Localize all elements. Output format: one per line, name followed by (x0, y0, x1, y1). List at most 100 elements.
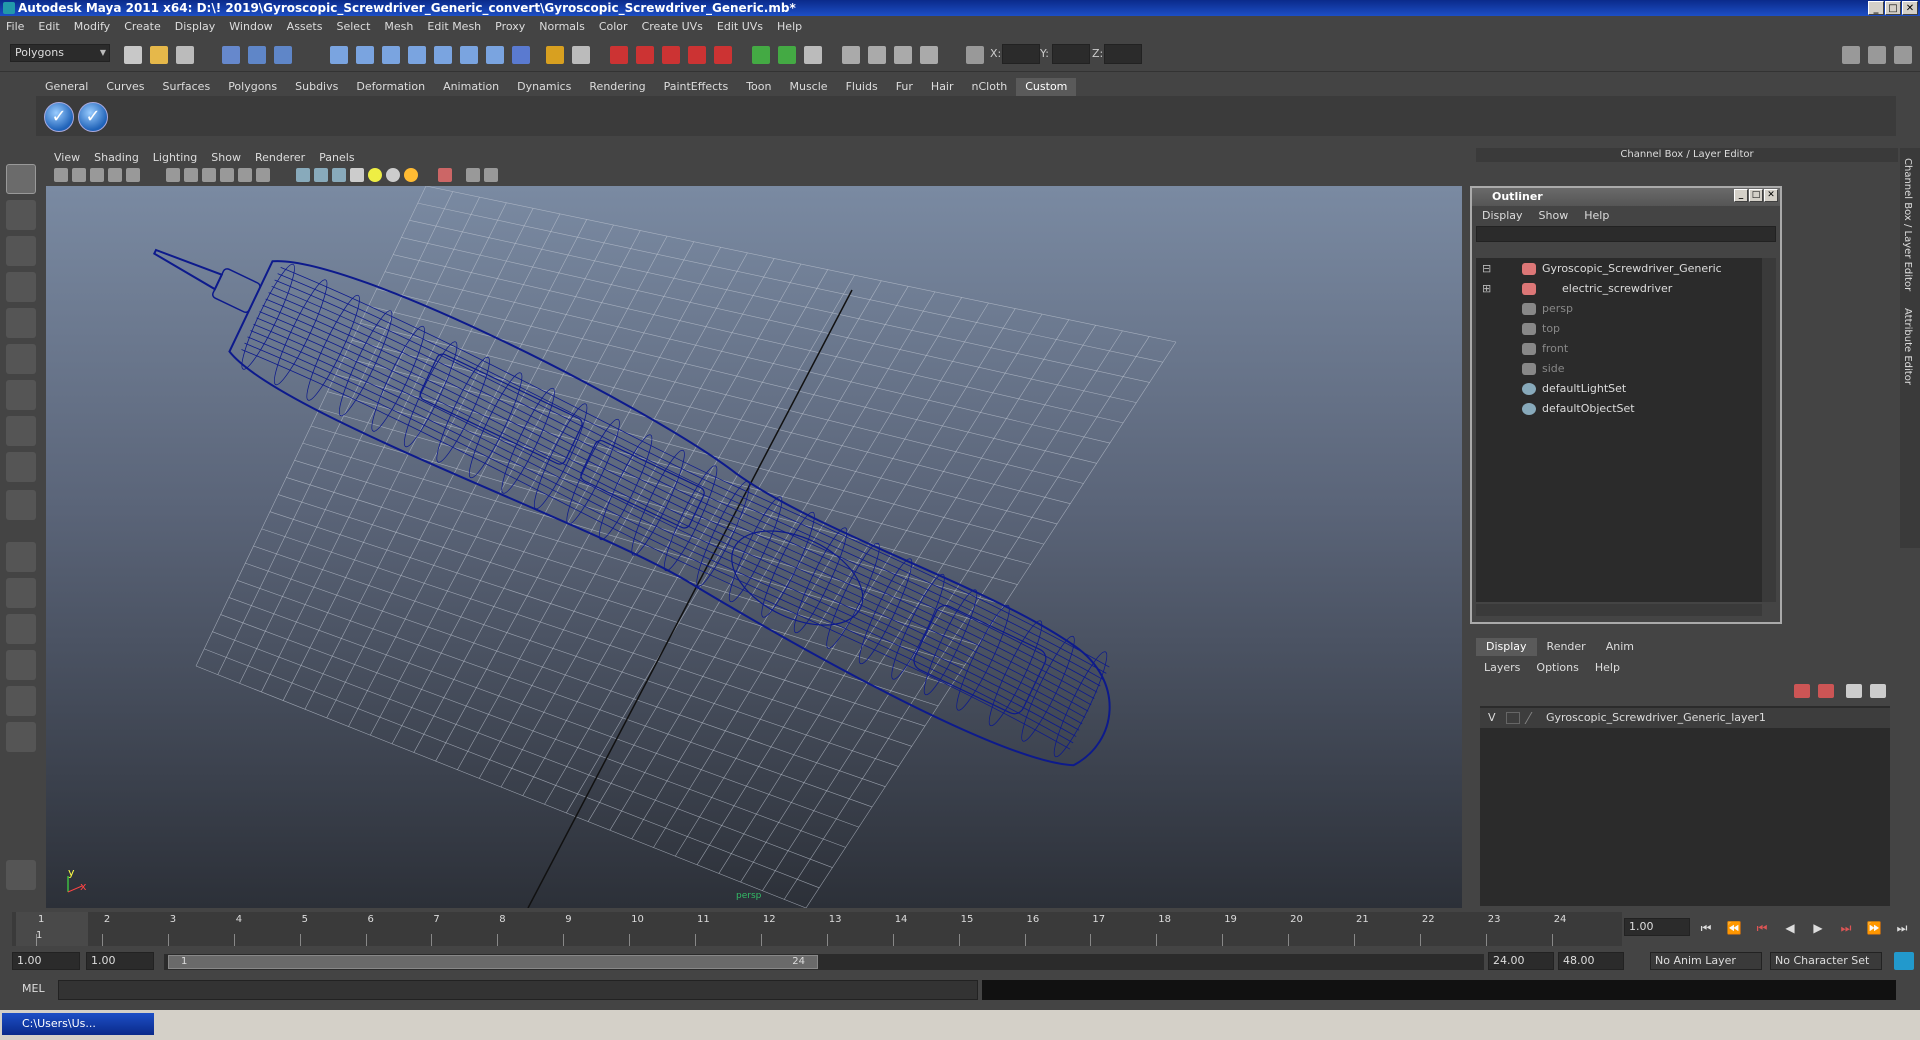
all-lights-icon[interactable] (386, 168, 400, 182)
layout-single-icon[interactable] (6, 542, 36, 572)
select-hierarchy-icon[interactable] (222, 46, 240, 64)
new-scene-icon[interactable] (124, 46, 142, 64)
maximize-button[interactable]: □ (1885, 1, 1901, 15)
transform-field-icon[interactable] (966, 46, 984, 64)
scale-tool-icon[interactable] (6, 344, 36, 374)
menu-assets[interactable]: Assets (287, 20, 323, 33)
soft-modification-icon[interactable] (6, 416, 36, 446)
menu-edit[interactable]: Edit (38, 20, 59, 33)
layer-menu-layers[interactable]: Layers (1484, 661, 1520, 674)
collapse-toggle-icon[interactable]: ⊟ (1482, 260, 1491, 278)
menu-create[interactable]: Create (124, 20, 161, 33)
tab-anim[interactable]: Anim (1595, 638, 1644, 656)
last-tool-icon[interactable] (6, 490, 36, 520)
viewport-menu-panels[interactable]: Panels (319, 151, 354, 164)
layout-icon-2[interactable] (868, 46, 886, 64)
expand-toggle-icon[interactable]: ⊞ (1482, 280, 1491, 298)
layout-icon-4[interactable] (920, 46, 938, 64)
check-icon-button-1[interactable]: ✓ (44, 102, 74, 132)
menu-window[interactable]: Window (229, 20, 272, 33)
outliner-item[interactable]: Gyroscopic_Screwdriver_Generic (1522, 260, 1722, 278)
menu-edit-uvs[interactable]: Edit UVs (717, 20, 763, 33)
new-layer-selected-icon[interactable] (1818, 684, 1834, 698)
range-slider[interactable]: 1 24 (164, 954, 1484, 970)
cube-shade-icon-2[interactable] (314, 168, 328, 182)
step-back-key-icon[interactable]: ⏮ (1752, 921, 1772, 936)
help-icon[interactable] (512, 46, 530, 64)
film-gate-icon[interactable] (466, 168, 480, 182)
select-mask-icon[interactable] (572, 46, 590, 64)
bookmark-icon[interactable] (90, 168, 104, 182)
mel-label[interactable]: MEL (22, 982, 45, 995)
shelf-tab-general[interactable]: General (36, 78, 98, 96)
playback-start-field[interactable]: 1.00 (86, 952, 154, 970)
outliner-maximize-button[interactable]: □ (1749, 189, 1763, 202)
layer-row[interactable]: V Gyroscopic_Screwdriver_Generic_layer1 (1480, 708, 1890, 728)
menu-help[interactable]: Help (777, 20, 802, 33)
show-tool-settings-icon[interactable] (1868, 46, 1886, 64)
show-attribute-editor-icon[interactable] (1842, 46, 1860, 64)
go-to-start-icon[interactable]: ⏮ (1696, 921, 1716, 936)
outliner-item[interactable]: persp (1522, 300, 1573, 318)
viewport-menu-show[interactable]: Show (211, 151, 241, 164)
step-forward-key-icon[interactable]: ⏭ (1836, 921, 1856, 936)
menu-create-uvs[interactable]: Create UVs (642, 20, 703, 33)
input-ops-icon[interactable] (778, 46, 796, 64)
outliner-item[interactable]: side (1522, 360, 1565, 378)
isolate-icon[interactable] (256, 168, 270, 182)
layout-icon-1[interactable] (842, 46, 860, 64)
mel-input[interactable] (58, 980, 978, 1000)
outliner-close-button[interactable]: ✕ (1764, 189, 1778, 202)
step-back-frame-icon[interactable]: ⏪ (1724, 921, 1744, 935)
z-field[interactable] (1104, 44, 1142, 64)
wireframe-icon[interactable] (166, 168, 180, 182)
new-layer-icon[interactable] (1794, 684, 1810, 698)
viewport-menu-view[interactable]: View (54, 151, 80, 164)
shelf-tab-fur[interactable]: Fur (886, 78, 922, 96)
outliner-minimize-button[interactable]: _ (1734, 189, 1748, 202)
check-icon-button-2[interactable]: ✓ (78, 102, 108, 132)
ipr-render-icon[interactable] (636, 46, 654, 64)
x-field[interactable] (1002, 44, 1040, 64)
layer-menu-help[interactable]: Help (1595, 661, 1620, 674)
outliner-horizontal-scrollbar[interactable] (1476, 604, 1762, 616)
snap-surface-icon[interactable] (434, 46, 452, 64)
shelf-tab-toon[interactable]: Toon (737, 78, 781, 96)
snap-curve-icon[interactable] (356, 46, 374, 64)
select-object-icon[interactable] (248, 46, 266, 64)
shelf-tab-subdivs[interactable]: Subdivs (286, 78, 348, 96)
menu-edit-mesh[interactable]: Edit Mesh (427, 20, 481, 33)
lights-icon[interactable] (220, 168, 234, 182)
shelf-tab-ncloth[interactable]: nCloth (962, 78, 1017, 96)
cube-shade-icon-1[interactable] (296, 168, 310, 182)
lock-icon[interactable] (546, 46, 564, 64)
viewport-menu-shading[interactable]: Shading (94, 151, 139, 164)
anim-layer-dropdown[interactable]: No Anim Layer (1650, 952, 1762, 970)
lasso-tool-icon[interactable] (6, 200, 36, 230)
outliner-item[interactable]: electric_screwdriver (1522, 280, 1672, 298)
camera-select-icon[interactable] (54, 168, 68, 182)
go-to-end-icon[interactable]: ⏭ (1892, 921, 1912, 936)
menu-proxy[interactable]: Proxy (495, 20, 525, 33)
playback-end-field[interactable]: 24.00 (1488, 952, 1554, 970)
layout-editor-icon[interactable] (6, 722, 36, 752)
auto-key-icon[interactable] (1894, 952, 1914, 970)
attribute-editor-side-tab[interactable]: Attribute Editor (1902, 308, 1913, 385)
outliner-filter-input[interactable] (1476, 226, 1776, 242)
grid-icon[interactable] (126, 168, 140, 182)
layout-outliner-icon[interactable] (6, 614, 36, 644)
shelf-tab-muscle[interactable]: Muscle (780, 78, 837, 96)
shelf-tab-rendering[interactable]: Rendering (580, 78, 655, 96)
menu-select[interactable]: Select (336, 20, 370, 33)
shelf-tab-hair[interactable]: Hair (921, 78, 963, 96)
viewport-menu-renderer[interactable]: Renderer (255, 151, 305, 164)
menu-set-dropdown[interactable]: Polygons (10, 44, 110, 62)
render-icon[interactable] (610, 46, 628, 64)
snap-plane-icon[interactable] (408, 46, 426, 64)
outliner-menu-help[interactable]: Help (1584, 209, 1609, 222)
layer-color-swatch[interactable] (1524, 712, 1544, 724)
panel-toggle-icon[interactable] (804, 46, 822, 64)
hypershade-icon[interactable] (688, 46, 706, 64)
shelf-tab-animation[interactable]: Animation (434, 78, 509, 96)
layout-four-icon[interactable] (6, 578, 36, 608)
